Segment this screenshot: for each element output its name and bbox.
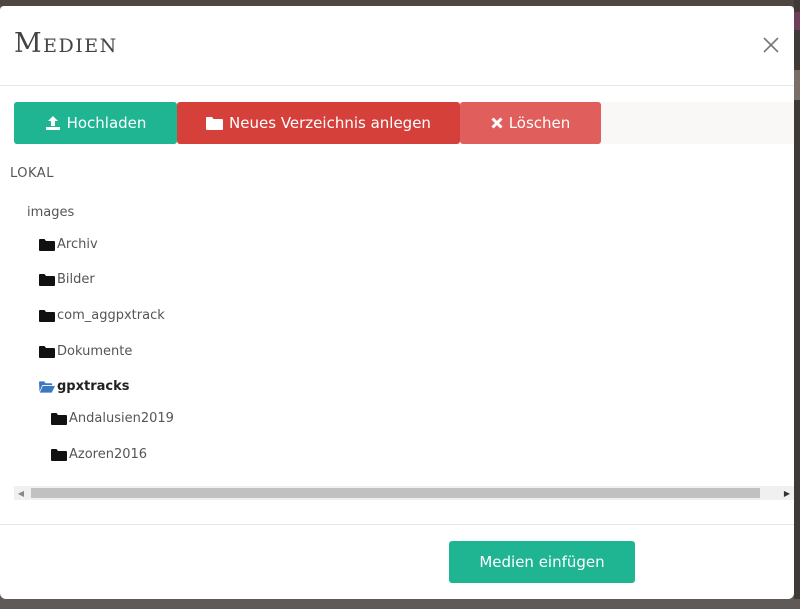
tree-item-label: Bilder xyxy=(57,272,95,287)
upload-button[interactable]: Hochladen xyxy=(14,102,177,144)
times-icon xyxy=(491,117,503,129)
folder-open-icon xyxy=(39,380,55,393)
new-folder-button-label: Neues Verzeichnis anlegen xyxy=(229,114,431,132)
tree-item-label: Archiv xyxy=(57,237,98,252)
backdrop-accent xyxy=(794,12,800,30)
tree-item-label: gpxtracks xyxy=(57,379,130,394)
tree-item-bilder[interactable]: Bilder xyxy=(39,272,95,287)
tree-item-archiv[interactable]: Archiv xyxy=(39,237,98,252)
tree-root[interactable]: LOKAL xyxy=(10,166,54,181)
delete-button-label: Löschen xyxy=(508,114,571,132)
modal-header: Medien xyxy=(0,6,794,86)
media-modal: Medien Hochladen Neues Verzeichnis anleg… xyxy=(0,6,794,599)
tree-item-label: images xyxy=(27,205,75,220)
backdrop-bottom xyxy=(0,599,800,609)
folder-icon xyxy=(39,309,55,322)
scroll-left-arrow-icon[interactable]: ◀ xyxy=(14,486,28,500)
folder-tree: LOKAL images Archiv Bilder com_aggpxtrac… xyxy=(0,156,794,486)
modal-title: Medien xyxy=(14,28,118,59)
tree-item-com-aggpxtrack[interactable]: com_aggpxtrack xyxy=(39,308,165,323)
tree-item-label: Andalusien2019 xyxy=(69,411,174,426)
tree-item-label: Dokumente xyxy=(57,344,133,359)
tree-item-label: com_aggpxtrack xyxy=(57,308,165,323)
folder-icon xyxy=(51,412,67,425)
backdrop-right xyxy=(794,0,800,609)
scroll-right-arrow-icon[interactable]: ▶ xyxy=(780,486,794,500)
tree-root-label: LOKAL xyxy=(10,166,54,181)
folder-icon xyxy=(39,238,55,251)
modal-footer: Medien einfügen xyxy=(0,524,794,599)
close-button[interactable] xyxy=(760,34,782,56)
tree-item-dokumente[interactable]: Dokumente xyxy=(39,344,132,359)
backdrop-accent xyxy=(794,70,800,100)
media-toolbar: Hochladen Neues Verzeichnis anlegen Lösc… xyxy=(14,102,794,144)
scrollbar-thumb[interactable] xyxy=(31,488,760,498)
new-folder-button[interactable]: Neues Verzeichnis anlegen xyxy=(177,102,460,144)
folder-icon xyxy=(39,345,55,358)
tree-item-gpxtracks[interactable]: gpxtracks xyxy=(39,379,129,394)
delete-button[interactable]: Löschen xyxy=(460,102,601,144)
tree-item-azoren2016[interactable]: Azoren2016 xyxy=(51,447,147,462)
close-icon xyxy=(763,37,779,53)
insert-media-button-label: Medien einfügen xyxy=(479,553,605,571)
folder-icon xyxy=(206,116,224,130)
upload-icon xyxy=(45,116,60,130)
folder-icon xyxy=(39,273,55,286)
tree-item-andalusien2019[interactable]: Andalusien2019 xyxy=(51,411,174,426)
upload-button-label: Hochladen xyxy=(66,114,147,132)
horizontal-scrollbar[interactable]: ◀ ▶ xyxy=(14,486,794,500)
tree-item-images[interactable]: images xyxy=(27,205,74,220)
tree-item-label: Azoren2016 xyxy=(69,447,148,462)
folder-icon xyxy=(51,448,67,461)
insert-media-button[interactable]: Medien einfügen xyxy=(449,541,635,583)
